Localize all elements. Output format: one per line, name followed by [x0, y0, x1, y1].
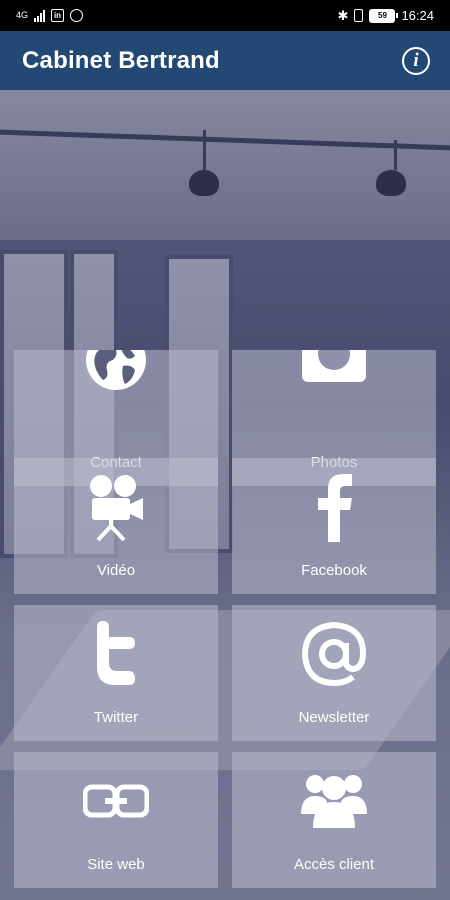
app-bar: Cabinet Bertrand i [0, 31, 450, 90]
signal-icon [34, 9, 46, 22]
tile-acces-client[interactable]: Accès client [232, 752, 436, 888]
vibrate-icon [354, 9, 364, 22]
app-title: Cabinet Bertrand [22, 46, 220, 74]
tile-site-web[interactable]: Site web [14, 752, 218, 888]
twitter-icon [95, 621, 137, 687]
facebook-icon [314, 472, 354, 542]
network-type: 4G [16, 10, 29, 20]
tile-label: Newsletter [298, 709, 370, 726]
tile-newsletter[interactable]: Newsletter [232, 605, 436, 741]
tile-label: Accès client [293, 856, 375, 873]
link-icon [83, 784, 149, 818]
users-icon [301, 770, 367, 830]
at-sign-icon [301, 621, 367, 687]
battery-icon: 59 [369, 8, 399, 23]
tile-label: Site web [87, 856, 145, 873]
video-camera-icon [88, 474, 144, 542]
linkedin-icon: in [51, 9, 65, 22]
info-icon[interactable]: i [402, 46, 430, 75]
globe-icon [83, 350, 149, 394]
tile-facebook[interactable]: Facebook [232, 458, 436, 594]
tile-label: Twitter [93, 709, 139, 726]
whatsapp-icon [70, 9, 84, 22]
clock: 16:24 [401, 8, 434, 23]
status-bar: 4G in ✱ 59 16:24 [0, 0, 450, 31]
bluetooth-icon: ✱ [337, 7, 349, 23]
camera-icon [301, 350, 367, 384]
tile-label: Facebook [301, 562, 367, 579]
tile-twitter[interactable]: Twitter [14, 605, 218, 741]
tile-video[interactable]: Vidéo [14, 458, 218, 594]
tile-label: Vidéo [96, 562, 136, 579]
